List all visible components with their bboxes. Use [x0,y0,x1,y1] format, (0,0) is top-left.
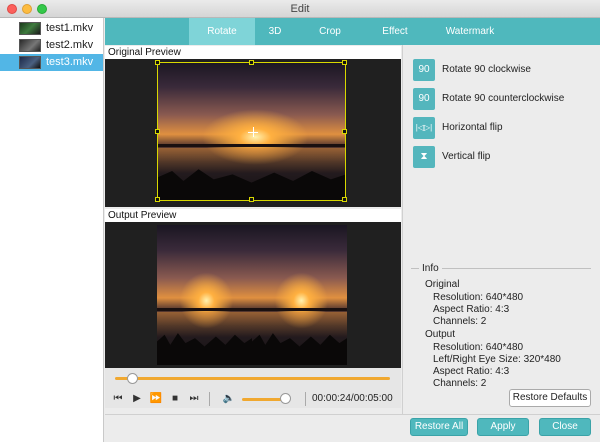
info-original-resolution: Resolution: 640*480 [433,292,524,303]
tab-watermark[interactable]: Watermark [435,18,505,45]
file-item-test3[interactable]: test3.mkv [0,54,103,71]
info-original-aspect: Aspect Ratio: 4:3 [433,304,510,315]
tab-rotate[interactable]: Rotate [189,18,255,45]
info-output-eye-size: Left/Right Eye Size: 320*480 [433,354,561,365]
window-title: Edit [290,3,310,15]
rotate-cw-icon: 90 [413,59,435,81]
file-name: test1.mkv [46,22,94,34]
player-controls: ⏮ ▶ ⏩ ■ ⏭ 🔈 00:00:24/00:05:00 [105,368,401,408]
crop-handle[interactable] [249,197,254,202]
action-label: Rotate 90 clockwise [442,64,531,75]
crop-handle[interactable] [249,60,254,65]
seek-bar[interactable] [115,377,390,380]
volume-icon[interactable]: 🔈 [222,392,236,406]
crosshair-icon [253,127,254,137]
timecode: 00:00:24/00:05:00 [312,393,393,404]
info-output-resolution: Resolution: 640*480 [433,342,524,353]
restore-defaults-button[interactable]: Restore Defaults [509,389,591,407]
seek-handle[interactable] [126,373,138,384]
action-label: Vertical flip [442,151,491,162]
action-label: Rotate 90 counterclockwise [442,93,565,104]
bottom-bar: Restore All Apply Close [105,414,600,442]
tab-bar: Rotate 3D Crop Effect Watermark [105,18,600,45]
tab-effect[interactable]: Effect [370,18,420,45]
tab-3d[interactable]: 3D [255,18,295,45]
info-output-channels: Channels: 2 [433,378,487,389]
flip-horizontal-icon: |◁▷| [413,117,435,139]
action-label: Horizontal flip [442,122,503,133]
video-thumbnail [19,56,41,69]
info-original-channels: Channels: 2 [433,316,487,327]
video-thumbnail [19,39,41,52]
info-title: Info [419,263,442,274]
skip-forward-button[interactable]: ⏭ [187,392,201,406]
output-left-eye-frame [157,225,252,365]
crop-handle[interactable] [342,60,347,65]
fast-forward-button[interactable]: ⏩ [149,392,163,406]
stop-button[interactable]: ■ [168,392,182,406]
file-item-test1[interactable]: test1.mkv [0,20,103,37]
crop-handle[interactable] [342,129,347,134]
control-separator [305,392,306,406]
output-preview [105,222,401,368]
crop-handle[interactable] [155,129,160,134]
flip-vertical-icon: ⧗ [413,146,435,168]
output-preview-label: Output Preview [105,209,401,222]
file-item-test2[interactable]: test2.mkv [0,37,103,54]
crop-handle[interactable] [155,197,160,202]
file-name: test3.mkv [46,56,94,68]
info-output-aspect: Aspect Ratio: 4:3 [433,366,510,377]
tab-crop[interactable]: Crop [305,18,355,45]
file-list: test1.mkv test2.mkv test3.mkv [0,18,104,442]
original-preview [105,59,401,207]
crop-handle[interactable] [155,60,160,65]
rotate-ccw-icon: 90 [413,88,435,110]
file-name: test2.mkv [46,39,94,51]
crop-frame[interactable] [155,60,347,202]
original-preview-label: Original Preview [105,46,401,59]
rotate-panel: 90 Rotate 90 clockwise 90 Rotate 90 coun… [402,45,600,414]
play-button[interactable]: ▶ [130,392,144,406]
output-right-eye-frame [252,225,347,365]
skip-back-button[interactable]: ⏮ [111,392,125,406]
restore-all-button[interactable]: Restore All [410,418,468,436]
title-bar: Edit [0,0,600,18]
info-output-heading: Output [425,329,456,340]
control-separator [209,392,210,406]
info-original-heading: Original [425,279,460,290]
apply-button[interactable]: Apply [477,418,529,436]
close-button[interactable]: Close [539,418,591,436]
video-thumbnail [19,22,41,35]
crop-handle[interactable] [342,197,347,202]
volume-handle[interactable] [280,393,292,404]
